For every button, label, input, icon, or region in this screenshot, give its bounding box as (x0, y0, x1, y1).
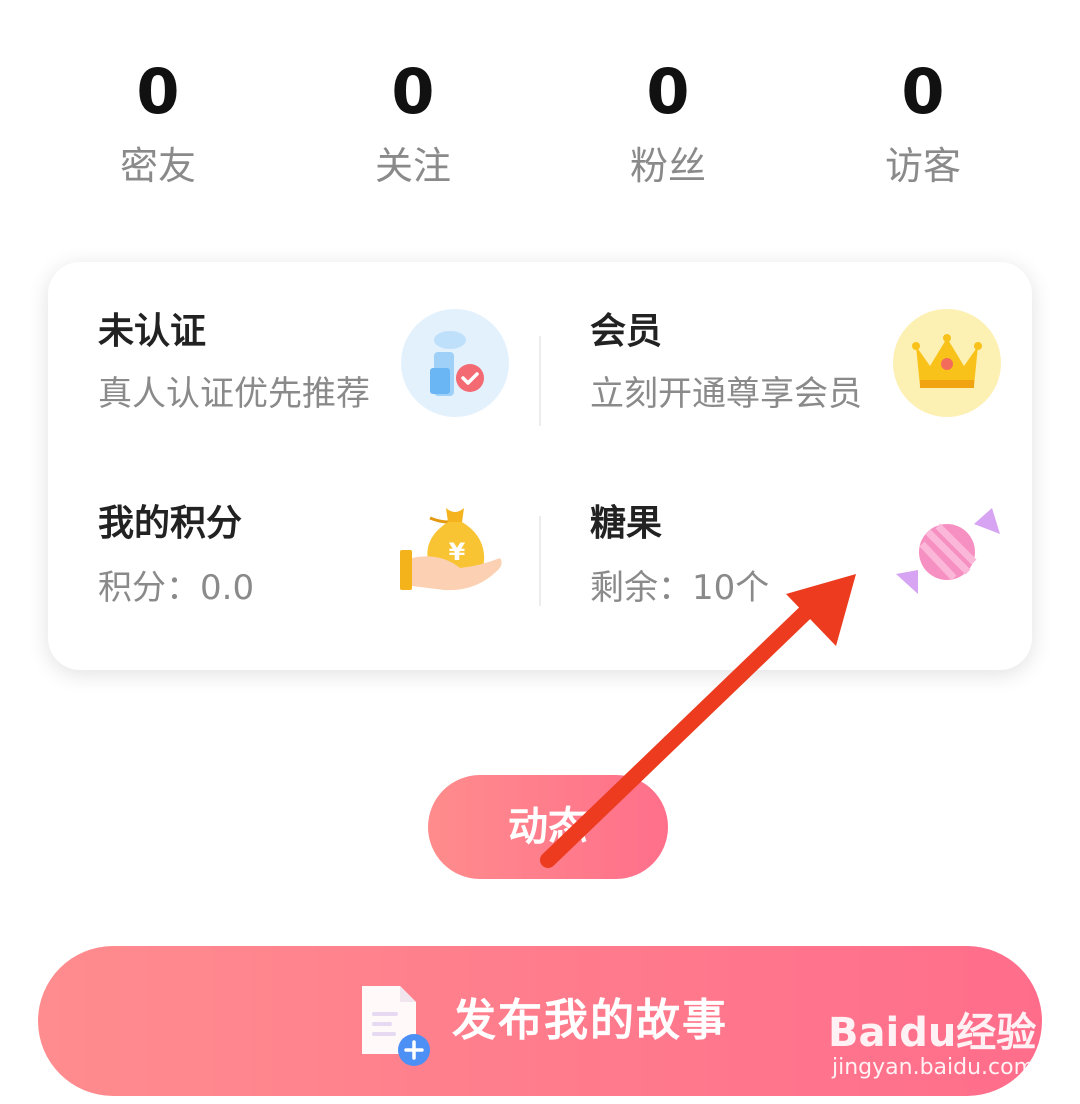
dynamic-tab[interactable]: 动态 (428, 775, 668, 879)
stat-visitors-count: 0 (901, 55, 945, 128)
candy-subtitle: 剩余：10个 (590, 568, 770, 608)
stat-following-count: 0 (391, 55, 435, 128)
verified-user-icon (401, 309, 509, 417)
stat-friends-count: 0 (136, 55, 180, 128)
vip-subtitle: 立刻开通尊享会员 (590, 374, 862, 414)
stat-visitors-label: 访客 (884, 144, 961, 188)
stat-fans-label: 粉丝 (629, 144, 706, 188)
points-subtitle: 积分：0.0 (98, 568, 255, 608)
stat-friends-label: 密友 (119, 144, 196, 188)
watermark-brand: Baidu经验 (828, 1010, 1037, 1056)
crown-icon (893, 309, 1001, 417)
stat-fans[interactable]: 0 粉丝 (568, 55, 768, 189)
svg-text:¥: ¥ (449, 538, 466, 566)
candy-title: 糖果 (590, 503, 663, 544)
points-title: 我的积分 (98, 503, 243, 544)
verify-subtitle: 真人认证优先推荐 (98, 374, 370, 414)
publish-story-label: 发布我的故事 (452, 995, 728, 1046)
verify-entry[interactable]: 未认证 真人认证优先推荐 (48, 262, 540, 466)
stat-fans-count: 0 (646, 55, 690, 128)
vip-title: 会员 (590, 311, 663, 352)
vip-entry[interactable]: 会员 立刻开通尊享会员 (540, 262, 1032, 466)
candy-entry[interactable]: 糖果 剩余：10个 (540, 466, 1032, 670)
money-bag-icon: ¥ (400, 508, 502, 591)
candy-icon (896, 508, 1000, 594)
verify-title: 未认证 (98, 311, 207, 352)
points-entry[interactable]: 我的积分 积分：0.0 ¥ (48, 466, 540, 670)
stat-following-label: 关注 (374, 144, 451, 188)
feature-card: 未认证 真人认证优先推荐 会员 立刻开通尊享会员 我的积分 积分：0.0 ¥ 糖… (48, 262, 1032, 670)
stat-visitors[interactable]: 0 访客 (823, 55, 1023, 189)
stat-following[interactable]: 0 关注 (313, 55, 513, 189)
stat-friends[interactable]: 0 密友 (58, 55, 258, 189)
baidu-jingyan-watermark: Baidu经验 jingyan.baidu.com (828, 980, 1058, 1090)
add-document-icon (362, 986, 430, 1066)
watermark-url: jingyan.baidu.com (832, 1055, 1036, 1080)
